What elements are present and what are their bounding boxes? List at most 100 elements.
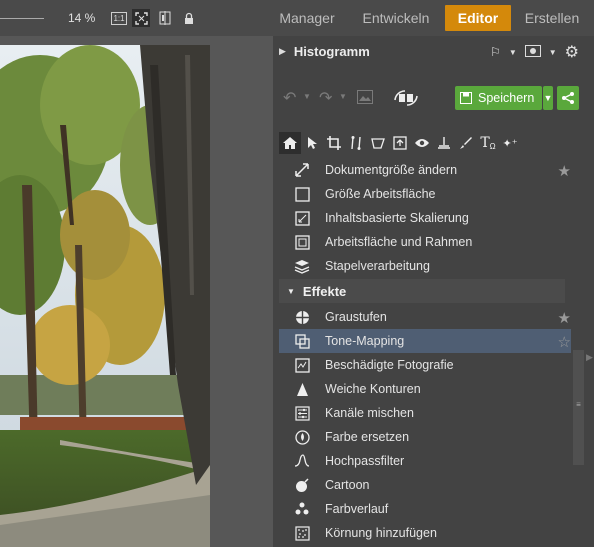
- zoom-percent: 14 %: [68, 11, 96, 25]
- pin-icon[interactable]: ⚐: [490, 45, 501, 59]
- grayscale-icon: [291, 310, 313, 325]
- zoom-slider[interactable]: [0, 18, 44, 19]
- highpass-icon: [291, 454, 313, 468]
- share-icon: [562, 92, 574, 104]
- list-item-label: Körnung hinzufügen: [325, 526, 437, 540]
- list-item-cartoon[interactable]: Cartoon: [279, 473, 571, 497]
- star-icon[interactable]: ★: [558, 309, 571, 327]
- color-replace-icon: [291, 429, 313, 445]
- brush-icon[interactable]: [433, 132, 455, 154]
- star-icon[interactable]: ★: [558, 162, 571, 180]
- list-item-label: Cartoon: [325, 478, 370, 492]
- tab-editor[interactable]: Editor: [445, 5, 511, 31]
- batch-icon: [291, 259, 313, 274]
- list-item-arbeitsflaeche-rahmen[interactable]: Arbeitsfläche und Rahmen: [279, 230, 571, 254]
- photo-canvas-area[interactable]: [0, 36, 273, 547]
- resize-icon: [291, 162, 313, 178]
- collapse-arrow-icon[interactable]: ▼: [287, 287, 295, 296]
- list-item-label: Größe Arbeitsfläche: [325, 187, 436, 201]
- image-icon[interactable]: [357, 90, 373, 107]
- section-title: Effekte: [302, 283, 347, 299]
- one-to-one-label: 1:1: [111, 11, 127, 25]
- cartoon-icon: [291, 477, 313, 493]
- panel-collapse-arrow-icon[interactable]: ▶: [586, 352, 594, 366]
- home-icon[interactable]: [279, 132, 301, 154]
- channel-mix-icon: [291, 405, 313, 421]
- share-button[interactable]: [557, 86, 579, 110]
- list-item-tone-mapping[interactable]: Tone-Mapping ☆: [279, 329, 571, 353]
- eye-icon[interactable]: [411, 132, 433, 154]
- chevron-down-icon[interactable]: ▼: [303, 92, 311, 101]
- damaged-photo-icon: [291, 357, 313, 373]
- frame-icon: [291, 234, 313, 250]
- list-item-label: Arbeitsfläche und Rahmen: [325, 235, 473, 249]
- list-item-koernung[interactable]: Körnung hinzufügen: [279, 521, 571, 545]
- list-item-label: Kanäle mischen: [325, 406, 414, 420]
- chevron-down-icon[interactable]: ▼: [339, 92, 347, 101]
- save-icon: [460, 92, 472, 104]
- save-button[interactable]: Speichern: [455, 86, 542, 110]
- section-header-effekte[interactable]: ▼ Effekte: [279, 279, 565, 303]
- right-panel: ▶ Histogramm ⚐ ▼ ▼ ⚙ ↶ ▼ ↷ ▼ Speichern ▼: [273, 36, 594, 547]
- compare-icon[interactable]: [156, 9, 174, 27]
- chevron-down-icon[interactable]: ▼: [549, 48, 557, 57]
- text-icon[interactable]: TΩ: [477, 132, 499, 154]
- expand-arrow-icon[interactable]: ▶: [279, 46, 286, 57]
- fit-screen-icon[interactable]: [132, 9, 150, 27]
- photo-image: [0, 45, 210, 547]
- list-item-label: Stapelverarbeitung: [325, 259, 430, 273]
- histogram-title: Histogramm: [293, 43, 370, 59]
- save-label: Speichern: [478, 91, 535, 105]
- retouch-icon[interactable]: [455, 132, 477, 154]
- tab-manager[interactable]: Manager: [268, 5, 346, 31]
- crop-icon[interactable]: [323, 132, 345, 154]
- line-tool-icon[interactable]: [345, 132, 367, 154]
- list-item-farbe-ersetzen[interactable]: Farbe ersetzen: [279, 425, 571, 449]
- chevron-down-icon[interactable]: ▼: [509, 48, 517, 57]
- content-scale-icon: [291, 210, 313, 226]
- list-item-label: Weiche Konturen: [325, 382, 421, 396]
- list-item-label: Farbverlauf: [325, 502, 389, 516]
- transform-icon[interactable]: [367, 132, 389, 154]
- grain-icon: [291, 525, 313, 541]
- export-icon[interactable]: [389, 132, 411, 154]
- redo-icon[interactable]: ↷: [319, 88, 332, 108]
- undo-icon[interactable]: ↶: [283, 88, 296, 108]
- chevron-down-icon: ▼: [543, 93, 553, 103]
- gear-icon[interactable]: ⚙: [565, 42, 579, 62]
- list-item-farbverlauf[interactable]: Farbverlauf: [279, 497, 571, 521]
- list-item-beschaedigte-fotografie[interactable]: Beschädigte Fotografie: [279, 353, 571, 377]
- list-item-label: Farbe ersetzen: [325, 430, 410, 444]
- list-item-label: Tone-Mapping: [325, 334, 405, 348]
- list-item-label: Hochpassfilter: [325, 454, 405, 468]
- list-item-kanaele-mischen[interactable]: Kanäle mischen: [279, 401, 571, 425]
- histogram-header[interactable]: ▶ Histogramm ⚐ ▼ ▼ ⚙: [279, 38, 579, 64]
- list-item-inhaltsbasierte-skalierung[interactable]: Inhaltsbasierte Skalierung: [279, 206, 571, 230]
- canvas-icon: [291, 186, 313, 202]
- star-outline-icon[interactable]: ☆: [558, 333, 571, 351]
- tool-row: TΩ ✦⁺: [279, 132, 521, 154]
- rotate-icon[interactable]: [391, 88, 421, 111]
- pointer-icon[interactable]: [301, 132, 323, 154]
- list-item-stapelverarbeitung[interactable]: Stapelverarbeitung: [279, 254, 571, 278]
- list-item-label: Inhaltsbasierte Skalierung: [325, 211, 469, 225]
- tab-erstellen[interactable]: Erstellen: [518, 5, 586, 31]
- lock-icon[interactable]: [180, 9, 198, 27]
- tab-entwickeln[interactable]: Entwickeln: [356, 5, 436, 31]
- list-item-weiche-konturen[interactable]: Weiche Konturen: [279, 377, 571, 401]
- list-item-label: Graustufen: [325, 310, 387, 324]
- list-item-label: Beschädigte Fotografie: [325, 358, 454, 372]
- save-dropdown-button[interactable]: ▼: [543, 86, 553, 110]
- effects-stars-icon[interactable]: ✦⁺: [499, 132, 521, 154]
- soft-contour-icon: [291, 382, 313, 397]
- list-item-label: Dokumentgröße ändern: [325, 163, 458, 177]
- view-mode-icon[interactable]: [524, 44, 541, 60]
- list-item-graustufen[interactable]: Graustufen ★: [279, 305, 571, 329]
- list-item-hochpassfilter[interactable]: Hochpassfilter: [279, 449, 571, 473]
- scroll-grip-icon[interactable]: ≡: [573, 400, 584, 412]
- zoom-one-to-one-icon[interactable]: 1:1: [110, 9, 128, 27]
- list-item-dokumentgroesse[interactable]: Dokumentgröße ändern ★: [279, 158, 571, 182]
- list-item-groesse-arbeitsflaeche[interactable]: Größe Arbeitsfläche: [279, 182, 571, 206]
- top-toolbar: 14 % 1:1 Manager Entwickeln Editor Erste…: [0, 0, 594, 36]
- gradient-icon: [291, 502, 313, 516]
